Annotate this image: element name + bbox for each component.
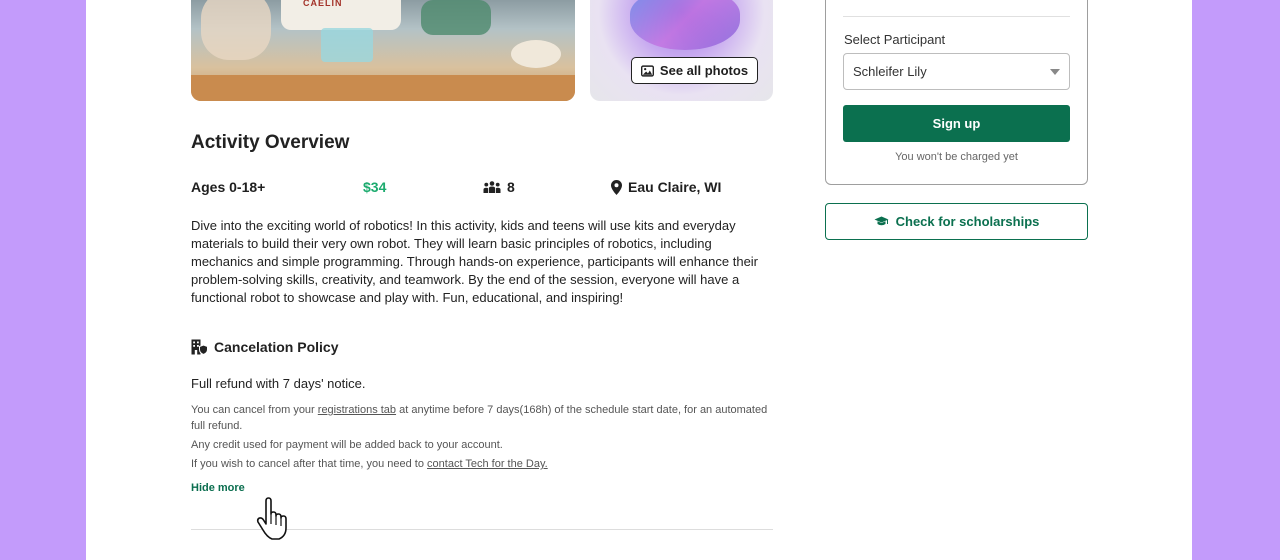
activity-photo-secondary[interactable] bbox=[590, 0, 773, 101]
late-cancel-text: If you wish to cancel after that time, y… bbox=[191, 458, 428, 470]
photo-shape bbox=[321, 28, 373, 62]
map-pin-icon bbox=[611, 179, 622, 195]
photo-shape bbox=[630, 0, 740, 50]
group-size: 8 bbox=[483, 179, 515, 195]
no-charge-note: You won't be charged yet bbox=[895, 151, 1018, 163]
group-icon bbox=[483, 180, 501, 193]
age-range-label: Ages 0-18+ bbox=[191, 179, 266, 195]
registrations-tab-link[interactable]: registrations tab bbox=[318, 404, 396, 416]
building-shield-icon bbox=[191, 339, 208, 355]
refund-summary: Full refund with 7 days' notice. bbox=[191, 376, 366, 391]
photo-shape bbox=[511, 40, 561, 68]
contact-provider-link[interactable]: contact Tech for the Day. bbox=[427, 458, 548, 470]
activity-overview-title: Activity Overview bbox=[191, 132, 350, 153]
apron-text: CAELIN bbox=[303, 0, 343, 8]
sign-up-label: Sign up bbox=[932, 116, 981, 131]
photo-shape bbox=[421, 0, 491, 35]
price-label: $34 bbox=[363, 179, 387, 195]
check-scholarships-label: Check for scholarships bbox=[895, 214, 1040, 229]
cancel-instructions: You can cancel from your registrations t… bbox=[191, 402, 776, 434]
late-cancel-note: If you wish to cancel after that time, y… bbox=[191, 456, 776, 472]
cancelation-policy-title: Cancelation Policy bbox=[214, 339, 339, 355]
activity-page: CAELIN See all photos Activity Overview … bbox=[86, 0, 1192, 560]
check-scholarships-button[interactable]: Check for scholarships bbox=[825, 203, 1088, 240]
price: $34 bbox=[363, 179, 386, 195]
image-icon bbox=[640, 64, 654, 77]
activity-photo-main[interactable]: CAELIN bbox=[191, 0, 575, 101]
sign-up-button[interactable]: Sign up bbox=[843, 105, 1070, 142]
see-all-photos-button[interactable]: See all photos bbox=[631, 57, 758, 84]
photo-table bbox=[191, 75, 575, 101]
activity-description: Dive into the exciting world of robotics… bbox=[191, 218, 759, 305]
hand-pointer-cursor-icon bbox=[256, 497, 287, 540]
participant-select[interactable]: Schleifer Lily bbox=[843, 53, 1070, 90]
cancelation-policy-heading: Cancelation Policy bbox=[191, 339, 338, 355]
credit-note: Any credit used for payment will be adde… bbox=[191, 439, 503, 451]
signup-card: Select Participant Schleifer Lily Sign u… bbox=[825, 0, 1088, 185]
graduation-cap-icon bbox=[874, 216, 889, 226]
hide-more-link[interactable]: Hide more bbox=[191, 482, 245, 494]
activity-stats: Ages 0-18+ $34 8 Eau Claire, WI bbox=[191, 179, 791, 199]
see-all-photos-label: See all photos bbox=[659, 63, 749, 78]
age-range: Ages 0-18+ bbox=[191, 179, 265, 195]
location: Eau Claire, WI bbox=[611, 179, 721, 195]
location-label: Eau Claire, WI bbox=[628, 179, 722, 195]
photo-shape bbox=[201, 0, 271, 60]
participant-select-value: Schleifer Lily bbox=[853, 64, 927, 79]
chevron-down-icon bbox=[1050, 69, 1060, 75]
select-participant-label: Select Participant bbox=[844, 32, 946, 47]
card-divider bbox=[843, 16, 1070, 17]
group-size-label: 8 bbox=[507, 179, 515, 195]
cancel-instructions-text: You can cancel from your bbox=[191, 404, 318, 416]
